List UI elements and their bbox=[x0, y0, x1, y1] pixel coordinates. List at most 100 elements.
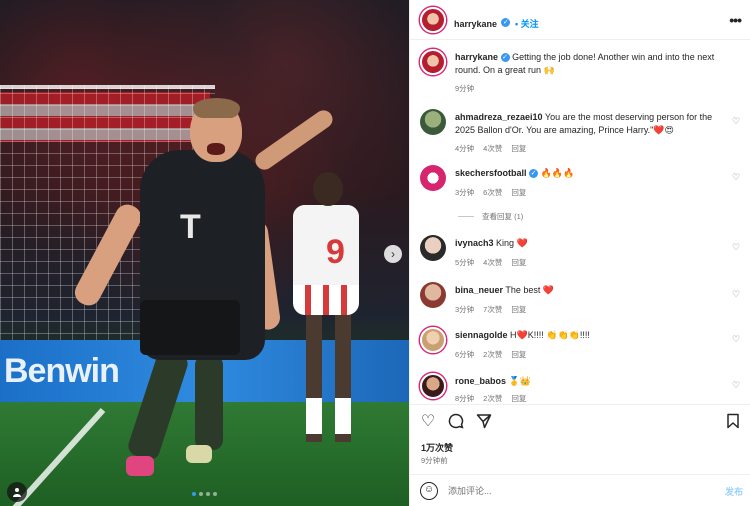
comment-likes[interactable]: 6次赞 bbox=[483, 187, 502, 198]
opponent-sock bbox=[306, 398, 322, 434]
verified-icon: ✓ bbox=[529, 169, 539, 179]
comment-body: King ❤️ bbox=[496, 238, 528, 248]
comment-composer: ☺ 发布 bbox=[410, 474, 750, 506]
heart-icon[interactable]: ♡ bbox=[732, 381, 741, 390]
reply-button[interactable]: 回复 bbox=[511, 187, 526, 198]
comment-meta: 8分钟 2次赞 回复 bbox=[455, 393, 526, 404]
comment-meta: 3分钟 7次赞 回复 bbox=[455, 304, 526, 315]
carousel-dots bbox=[192, 492, 217, 496]
opponent-number: 9 bbox=[326, 233, 345, 271]
reply-button[interactable]: 回复 bbox=[511, 349, 526, 360]
comment-meta: 4分钟 4次赞 回复 bbox=[455, 143, 526, 154]
reply-button[interactable]: 回复 bbox=[511, 143, 526, 154]
comment-likes[interactable]: 2次赞 bbox=[483, 349, 502, 360]
caption-text: harrykane ✓ Getting the job done! Anothe… bbox=[455, 51, 730, 77]
comment-username[interactable]: ahmadreza_rezaei10 bbox=[455, 112, 543, 122]
player-leg bbox=[195, 355, 223, 450]
verified-icon: ✓ bbox=[501, 18, 511, 28]
comment-text: rone_babos 🥇👑 bbox=[455, 375, 730, 388]
opponent-sock bbox=[335, 398, 351, 434]
player-boot bbox=[126, 456, 154, 476]
caption-username[interactable]: harrykane bbox=[455, 52, 498, 62]
heart-icon[interactable]: ♡ bbox=[732, 117, 741, 126]
heart-icon[interactable]: ♡ bbox=[732, 173, 741, 182]
comment-username[interactable]: rone_babos bbox=[455, 376, 506, 386]
comment-body: The best ❤️ bbox=[505, 285, 555, 295]
reply-button[interactable]: 回复 bbox=[511, 304, 526, 315]
jersey-logo: T bbox=[180, 208, 201, 246]
carousel-dot bbox=[213, 492, 217, 496]
comment-meta: 5分钟 4次赞 回复 bbox=[455, 257, 526, 268]
save-icon[interactable] bbox=[724, 413, 742, 431]
comment-meta: 6分钟 2次赞 回复 bbox=[455, 349, 526, 360]
comment-text: bina_neuer The best ❤️ bbox=[455, 284, 730, 297]
avatar[interactable] bbox=[420, 49, 446, 75]
header-username[interactable]: harrykane bbox=[454, 19, 497, 29]
comment-time: 3分钟 bbox=[455, 188, 475, 197]
follow-label[interactable]: 关注 bbox=[521, 19, 539, 29]
post-header: harrykane ✓ • 关注 ••• bbox=[410, 0, 750, 40]
reply-button[interactable]: 回复 bbox=[511, 393, 526, 404]
comment-time: 6分钟 bbox=[455, 350, 475, 359]
reply-button[interactable]: 回复 bbox=[511, 257, 526, 268]
comment-text: skechersfootball ✓ 🔥🔥🔥 bbox=[455, 167, 730, 180]
avatar[interactable] bbox=[420, 165, 446, 191]
heart-icon[interactable]: ♡ bbox=[732, 290, 741, 299]
player-hair bbox=[193, 98, 240, 118]
comment-likes[interactable]: 4次赞 bbox=[483, 257, 502, 268]
comment-time: 5分钟 bbox=[455, 258, 475, 267]
comment-username[interactable]: skechersfootball bbox=[455, 168, 527, 178]
comment-body: H❤️K!!!! 👏👏👏!!!! bbox=[510, 330, 590, 340]
post-button[interactable]: 发布 bbox=[725, 485, 743, 498]
player-boot bbox=[186, 445, 212, 463]
carousel-dot-active bbox=[192, 492, 196, 496]
likes-count[interactable]: 1万次赞 bbox=[421, 441, 453, 454]
post-photo[interactable]: Benwin 9 T › bbox=[0, 0, 409, 506]
comment-username[interactable]: bina_neuer bbox=[455, 285, 503, 295]
comment-icon[interactable] bbox=[447, 413, 465, 431]
avatar[interactable] bbox=[420, 109, 446, 135]
share-icon[interactable] bbox=[475, 413, 493, 431]
comment-username[interactable]: ivynach3 bbox=[455, 238, 494, 248]
heart-icon[interactable]: ♡ bbox=[732, 335, 741, 344]
caption-meta: 9分钟 bbox=[455, 83, 474, 94]
action-bar: ♡ 1万次赞 9分钟前 bbox=[410, 404, 750, 474]
comment-time: 4分钟 bbox=[455, 144, 475, 153]
avatar[interactable] bbox=[420, 7, 446, 33]
comment-input[interactable] bbox=[448, 483, 698, 499]
carousel-dot bbox=[206, 492, 210, 496]
ad-board-text: Benwin bbox=[4, 352, 120, 390]
follow-button[interactable]: • 关注 bbox=[515, 19, 539, 29]
comment-time: 8分钟 bbox=[455, 394, 475, 403]
opponent-head bbox=[313, 172, 343, 206]
view-replies-label[interactable]: 查看回复 (1) bbox=[482, 211, 523, 222]
post-time: 9分钟前 bbox=[421, 456, 448, 465]
carousel-dot bbox=[199, 492, 203, 496]
comment-meta: 3分钟 6次赞 回复 bbox=[455, 187, 526, 198]
next-image-button[interactable]: › bbox=[384, 245, 402, 263]
comment-body: 🥇👑 bbox=[508, 376, 531, 386]
like-icon[interactable]: ♡ bbox=[419, 413, 437, 431]
more-options-icon[interactable]: ••• bbox=[729, 12, 742, 28]
comment-likes[interactable]: 4次赞 bbox=[483, 143, 502, 154]
view-replies-button[interactable]: 查看回复 (1) bbox=[458, 211, 523, 222]
caption-time: 9分钟 bbox=[455, 84, 475, 93]
person-icon[interactable] bbox=[7, 482, 27, 502]
comment-likes[interactable]: 7次赞 bbox=[483, 304, 502, 315]
verified-icon: ✓ bbox=[500, 53, 510, 63]
view-replies-line bbox=[458, 216, 474, 217]
comment-likes[interactable]: 2次赞 bbox=[483, 393, 502, 404]
comments-list[interactable]: harrykane ✓ Getting the job done! Anothe… bbox=[410, 41, 750, 404]
comment-time: 3分钟 bbox=[455, 305, 475, 314]
player-shorts bbox=[140, 300, 240, 355]
comment-text: ahmadreza_rezaei10 You are the most dese… bbox=[455, 111, 730, 137]
avatar[interactable] bbox=[420, 327, 446, 353]
comment-text: siennagolde H❤️K!!!! 👏👏👏!!!! bbox=[455, 329, 730, 342]
player-mouth bbox=[207, 143, 225, 155]
avatar[interactable] bbox=[420, 373, 446, 399]
avatar[interactable] bbox=[420, 282, 446, 308]
comment-username[interactable]: siennagolde bbox=[455, 330, 508, 340]
heart-icon[interactable]: ♡ bbox=[732, 243, 741, 252]
avatar[interactable] bbox=[420, 235, 446, 261]
emoji-icon[interactable]: ☺ bbox=[420, 482, 438, 500]
